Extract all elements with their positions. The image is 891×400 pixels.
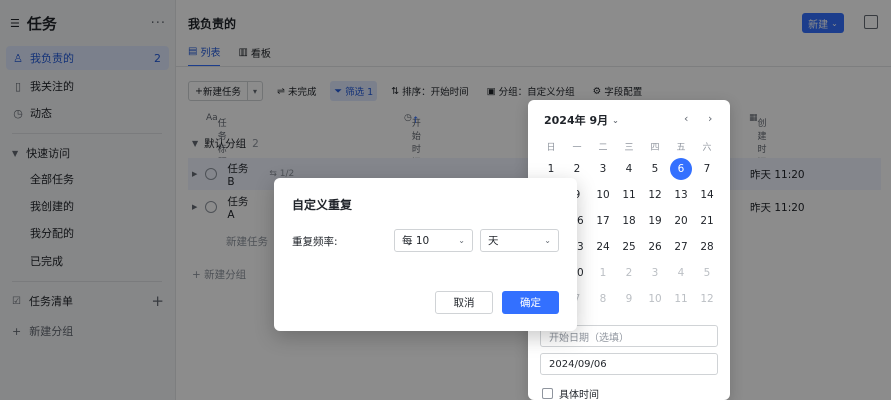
weekday-label: 三	[624, 143, 634, 153]
calendar-day[interactable]: 28	[694, 241, 720, 253]
specific-time-checkbox[interactable]: 具体时间	[542, 386, 599, 400]
calendar-day[interactable]: 12	[694, 293, 720, 305]
calendar-day[interactable]: 19	[642, 215, 668, 227]
weekday-label: 二	[598, 143, 608, 153]
calendar-day[interactable]: 26	[642, 241, 668, 253]
calendar-day[interactable]: 4	[616, 163, 642, 175]
chevron-down-icon: ⌄	[458, 236, 465, 245]
calendar-day[interactable]: 14	[694, 189, 720, 201]
calendar-day[interactable]: 1	[590, 267, 616, 279]
calendar-day[interactable]: 13	[668, 189, 694, 201]
calendar-day[interactable]: 6	[670, 158, 692, 180]
checkbox-label: 具体时间	[559, 390, 599, 400]
calendar-day[interactable]: 18	[616, 215, 642, 227]
weekday-label: 四	[650, 143, 660, 153]
calendar-day[interactable]: 20	[668, 215, 694, 227]
calendar-day[interactable]: 10	[642, 293, 668, 305]
weekday-label: 五	[676, 143, 686, 153]
calendar-day[interactable]: 11	[616, 189, 642, 201]
calendar-day[interactable]: 4	[668, 267, 694, 279]
weekday-label: 六	[702, 143, 712, 153]
unit-value: 天	[488, 235, 499, 247]
calendar-day[interactable]: 5	[642, 163, 668, 175]
calendar-day[interactable]: 3	[642, 267, 668, 279]
calendar-day[interactable]: 12	[642, 189, 668, 201]
interval-select[interactable]: 每 10 ⌄	[394, 229, 473, 252]
calendar-day[interactable]: 5	[694, 267, 720, 279]
calendar-day[interactable]: 7	[694, 163, 720, 175]
weekday-label: 一	[572, 143, 582, 153]
calendar-day[interactable]: 8	[590, 293, 616, 305]
calendar-day[interactable]: 10	[590, 189, 616, 201]
end-date-input[interactable]: 2024/09/06	[540, 353, 718, 375]
calendar-day[interactable]: 25	[616, 241, 642, 253]
weekday-header: 日一二三四五六	[538, 140, 720, 156]
unit-select[interactable]: 天 ⌄	[480, 229, 559, 252]
interval-value: 每 10	[402, 235, 430, 247]
calendar-day[interactable]: 24	[590, 241, 616, 253]
calendar-day[interactable]: 27	[668, 241, 694, 253]
calendar-day[interactable]: 11	[668, 293, 694, 305]
calendar-day[interactable]: 21	[694, 215, 720, 227]
calendar-day[interactable]: 3	[590, 163, 616, 175]
calendar-day[interactable]: 17	[590, 215, 616, 227]
custom-repeat-dialog: 自定义重复 重复频率: 每 10 ⌄ 天 ⌄ 取消 确定	[274, 178, 577, 331]
month-label: 2024年 9月	[544, 114, 609, 127]
prev-month-icon[interactable]: ‹	[684, 112, 688, 125]
dialog-title: 自定义重复	[292, 198, 353, 212]
frequency-label: 重复频率:	[292, 236, 338, 248]
confirm-button[interactable]: 确定	[502, 291, 559, 314]
calendar-day[interactable]: 2	[564, 163, 590, 175]
chevron-down-icon: ⌄	[612, 115, 619, 125]
month-selector[interactable]: 2024年 9月 ⌄	[544, 112, 619, 128]
weekday-label: 日	[546, 143, 556, 153]
calendar-day[interactable]: 9	[616, 293, 642, 305]
calendar-day[interactable]: 2	[616, 267, 642, 279]
next-month-icon[interactable]: ›	[708, 112, 712, 125]
chevron-down-icon: ⌄	[544, 236, 551, 245]
checkbox[interactable]	[542, 388, 553, 399]
cancel-button[interactable]: 取消	[435, 291, 493, 314]
calendar-day[interactable]: 1	[538, 163, 564, 175]
